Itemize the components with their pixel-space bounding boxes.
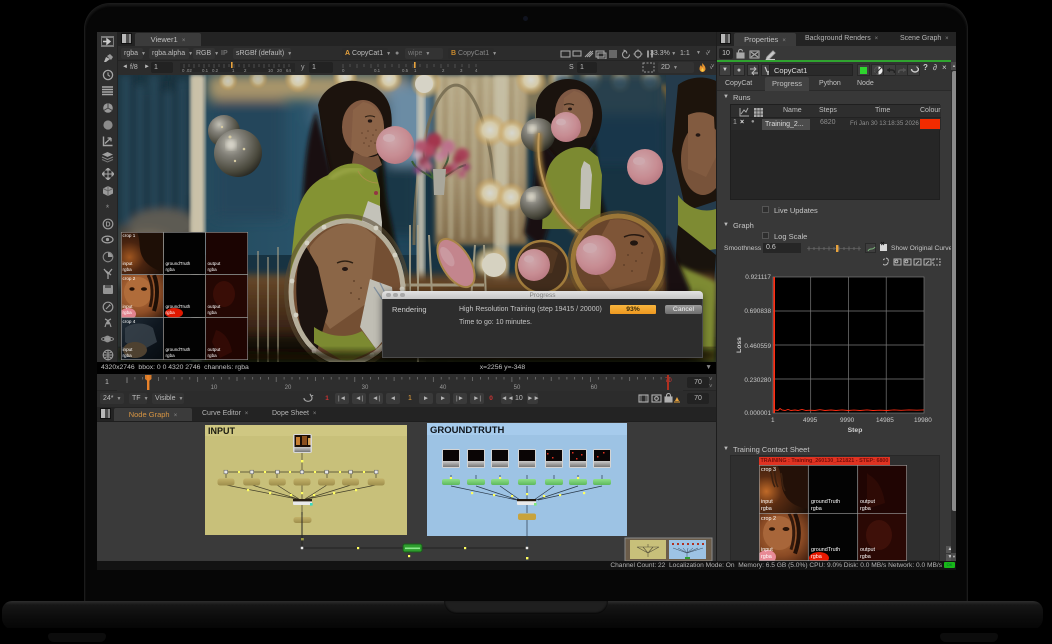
svg-text:rgba: rgba: [811, 506, 822, 512]
svg-text:1: 1: [771, 417, 775, 424]
svg-text:64: 64: [286, 68, 291, 73]
svg-text:input: input: [123, 304, 134, 309]
svg-text:0.690838: 0.690838: [744, 308, 771, 315]
svg-text:output: output: [208, 304, 221, 309]
svg-text:rgba: rgba: [123, 267, 133, 272]
svg-text:0.1: 0.1: [374, 68, 381, 73]
svg-text:Loss: Loss: [736, 337, 743, 353]
svg-text:input: input: [123, 347, 134, 352]
svg-text:10: 10: [268, 68, 273, 73]
svg-text:input: input: [123, 261, 134, 266]
svg-text:0.460559: 0.460559: [744, 343, 771, 350]
svg-text:rgba: rgba: [761, 554, 772, 560]
svg-text:INPUT: INPUT: [208, 426, 236, 436]
svg-text:output: output: [860, 499, 875, 505]
svg-text:0: 0: [342, 68, 345, 73]
svg-text:rgba: rgba: [761, 506, 772, 512]
svg-text:GROUNDTRUTH: GROUNDTRUTH: [430, 425, 505, 436]
svg-text:1: 1: [414, 68, 417, 73]
svg-text:input: input: [761, 499, 773, 505]
svg-text:0.1: 0.1: [202, 68, 209, 73]
svg-text:groundTruth: groundTruth: [811, 547, 840, 553]
svg-text:output: output: [860, 547, 875, 553]
svg-text:rgba: rgba: [166, 267, 176, 272]
svg-text:rgba: rgba: [208, 267, 218, 272]
svg-text:0.2: 0.2: [212, 68, 219, 73]
svg-text:groundTruth: groundTruth: [166, 261, 191, 266]
svg-text:20: 20: [277, 68, 282, 73]
svg-text:rgba: rgba: [166, 310, 176, 315]
svg-text:9990: 9990: [840, 417, 855, 424]
svg-text:rgba: rgba: [860, 554, 871, 560]
svg-text:groundTruth: groundTruth: [166, 304, 191, 309]
svg-text:input: input: [761, 547, 773, 553]
svg-text:rgba: rgba: [208, 310, 218, 315]
svg-text:groundTruth: groundTruth: [811, 499, 840, 505]
svg-text:crop 1: crop 1: [123, 233, 136, 238]
svg-text:rgba: rgba: [811, 554, 822, 560]
svg-text:3: 3: [460, 68, 463, 73]
svg-text:D: D: [105, 222, 110, 229]
svg-text:rgba: rgba: [208, 353, 218, 358]
svg-text:14985: 14985: [876, 417, 894, 424]
svg-text:0.230280: 0.230280: [744, 377, 771, 384]
svg-text:2: 2: [442, 68, 445, 73]
svg-text:groundTruth: groundTruth: [166, 347, 191, 352]
svg-text:rgba: rgba: [860, 506, 871, 512]
svg-text:output: output: [208, 261, 221, 266]
svg-text:Step: Step: [848, 427, 863, 434]
svg-text:crop 2: crop 2: [123, 276, 136, 281]
svg-text:19980: 19980: [914, 417, 932, 424]
svg-text:4: 4: [475, 68, 478, 73]
svg-text:crop 4: crop 4: [123, 319, 136, 324]
svg-text:crop 2: crop 2: [761, 516, 776, 522]
svg-text:rgba: rgba: [123, 310, 133, 315]
svg-text:output: output: [208, 347, 221, 352]
svg-text:rgba: rgba: [166, 353, 176, 358]
svg-text:0 .02: 0 .02: [182, 68, 192, 73]
svg-text:0.921117: 0.921117: [745, 274, 771, 281]
svg-text:0.5: 0.5: [402, 68, 409, 73]
svg-text:rgba: rgba: [123, 353, 133, 358]
svg-text:0.000001: 0.000001: [744, 410, 771, 417]
svg-text:4995: 4995: [803, 417, 818, 424]
svg-text:crop 3: crop 3: [761, 467, 776, 473]
